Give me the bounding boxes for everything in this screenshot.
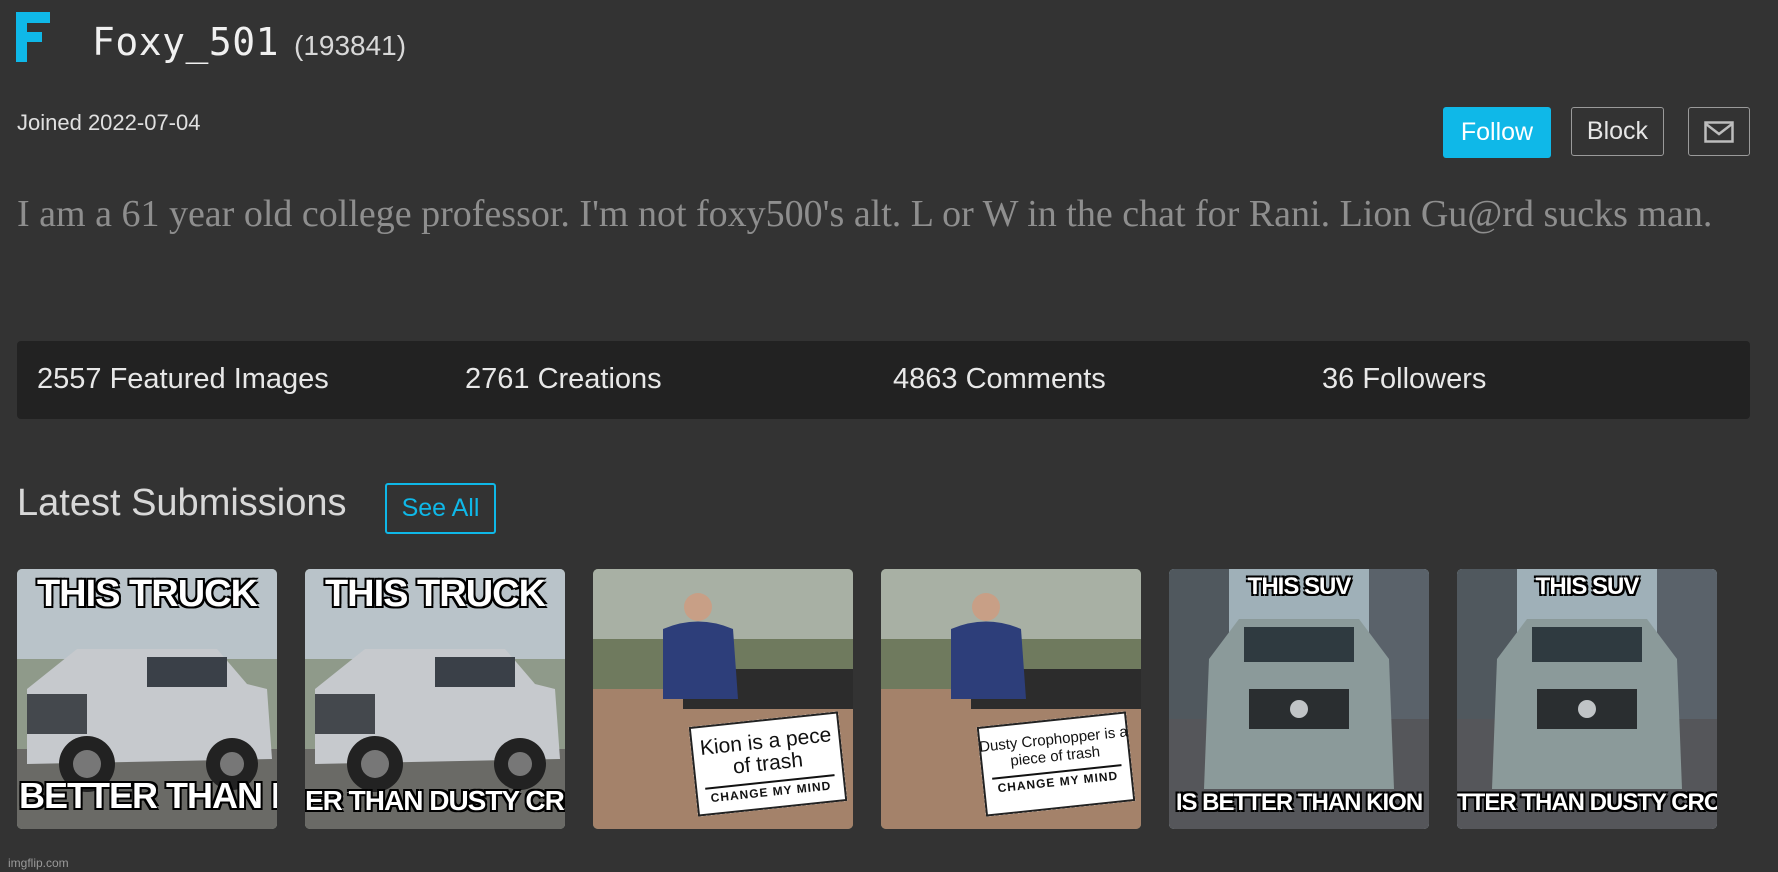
stat-comments[interactable]: 4863 Comments (893, 363, 1106, 396)
stats-bar: 2557 Featured Images 2761 Creations 4863… (17, 341, 1750, 419)
submission-thumbnail[interactable]: Kion is a pece of trash CHANGE MY MIND (593, 569, 853, 829)
user-profile-page: Foxy_501 (193841) Joined 2022-07-04 Foll… (0, 0, 1778, 872)
submission-thumbnail[interactable]: THIS TRUCK ER THAN DUSTY CROPI (305, 569, 565, 829)
meme-top-caption: THIS SUV (1535, 573, 1640, 600)
imgflip-watermark: imgflip.com (8, 856, 69, 870)
follow-button[interactable]: Follow (1443, 107, 1551, 158)
meme-bottom-caption: IS BETTER THAN KION (1175, 789, 1423, 816)
user-avatar[interactable] (16, 8, 52, 64)
user-bio: I am a 61 year old college professor. I'… (17, 193, 1713, 235)
meme-bottom-caption: BETTER THAN KI (19, 775, 277, 816)
latest-submissions-heading: Latest Submissions (17, 482, 347, 524)
user-points: (193841) (294, 30, 407, 61)
meme-top-caption: THIS TRUCK (36, 573, 258, 615)
submission-thumbnail[interactable]: THIS TRUCK BETTER THAN KI (17, 569, 277, 829)
stat-featured-images[interactable]: 2557 Featured Images (37, 363, 329, 396)
stat-creations[interactable]: 2761 Creations (465, 363, 662, 396)
submission-thumbnail[interactable]: THIS SUV IS BETTER THAN KION (1169, 569, 1429, 829)
meme-top-caption: THIS SUV (1247, 573, 1352, 600)
meme-top-caption: THIS TRUCK (324, 573, 546, 615)
see-all-button[interactable]: See All (385, 483, 496, 534)
message-button[interactable] (1688, 107, 1750, 156)
joined-date: Joined 2022-07-04 (17, 110, 201, 135)
submission-thumbnail[interactable]: Dusty Crophopper is a piece of trash CHA… (881, 569, 1141, 829)
username: Foxy_501 (92, 20, 280, 64)
submission-thumbnail[interactable]: THIS SUV TTER THAN DUSTY CROPHO (1457, 569, 1717, 829)
stat-followers[interactable]: 36 Followers (1322, 363, 1486, 396)
mail-icon (1704, 120, 1734, 143)
meme-bottom-caption: ER THAN DUSTY CROPI (305, 785, 565, 816)
block-button[interactable]: Block (1571, 107, 1664, 156)
meme-bottom-caption: TTER THAN DUSTY CROPHO (1457, 789, 1717, 816)
avatar-letter-icon (16, 12, 50, 62)
meme-sign: Kion is a pece of trash CHANGE MY MIND (688, 711, 848, 817)
meme-sign: Dusty Crophopper is a piece of trash CHA… (976, 711, 1136, 817)
